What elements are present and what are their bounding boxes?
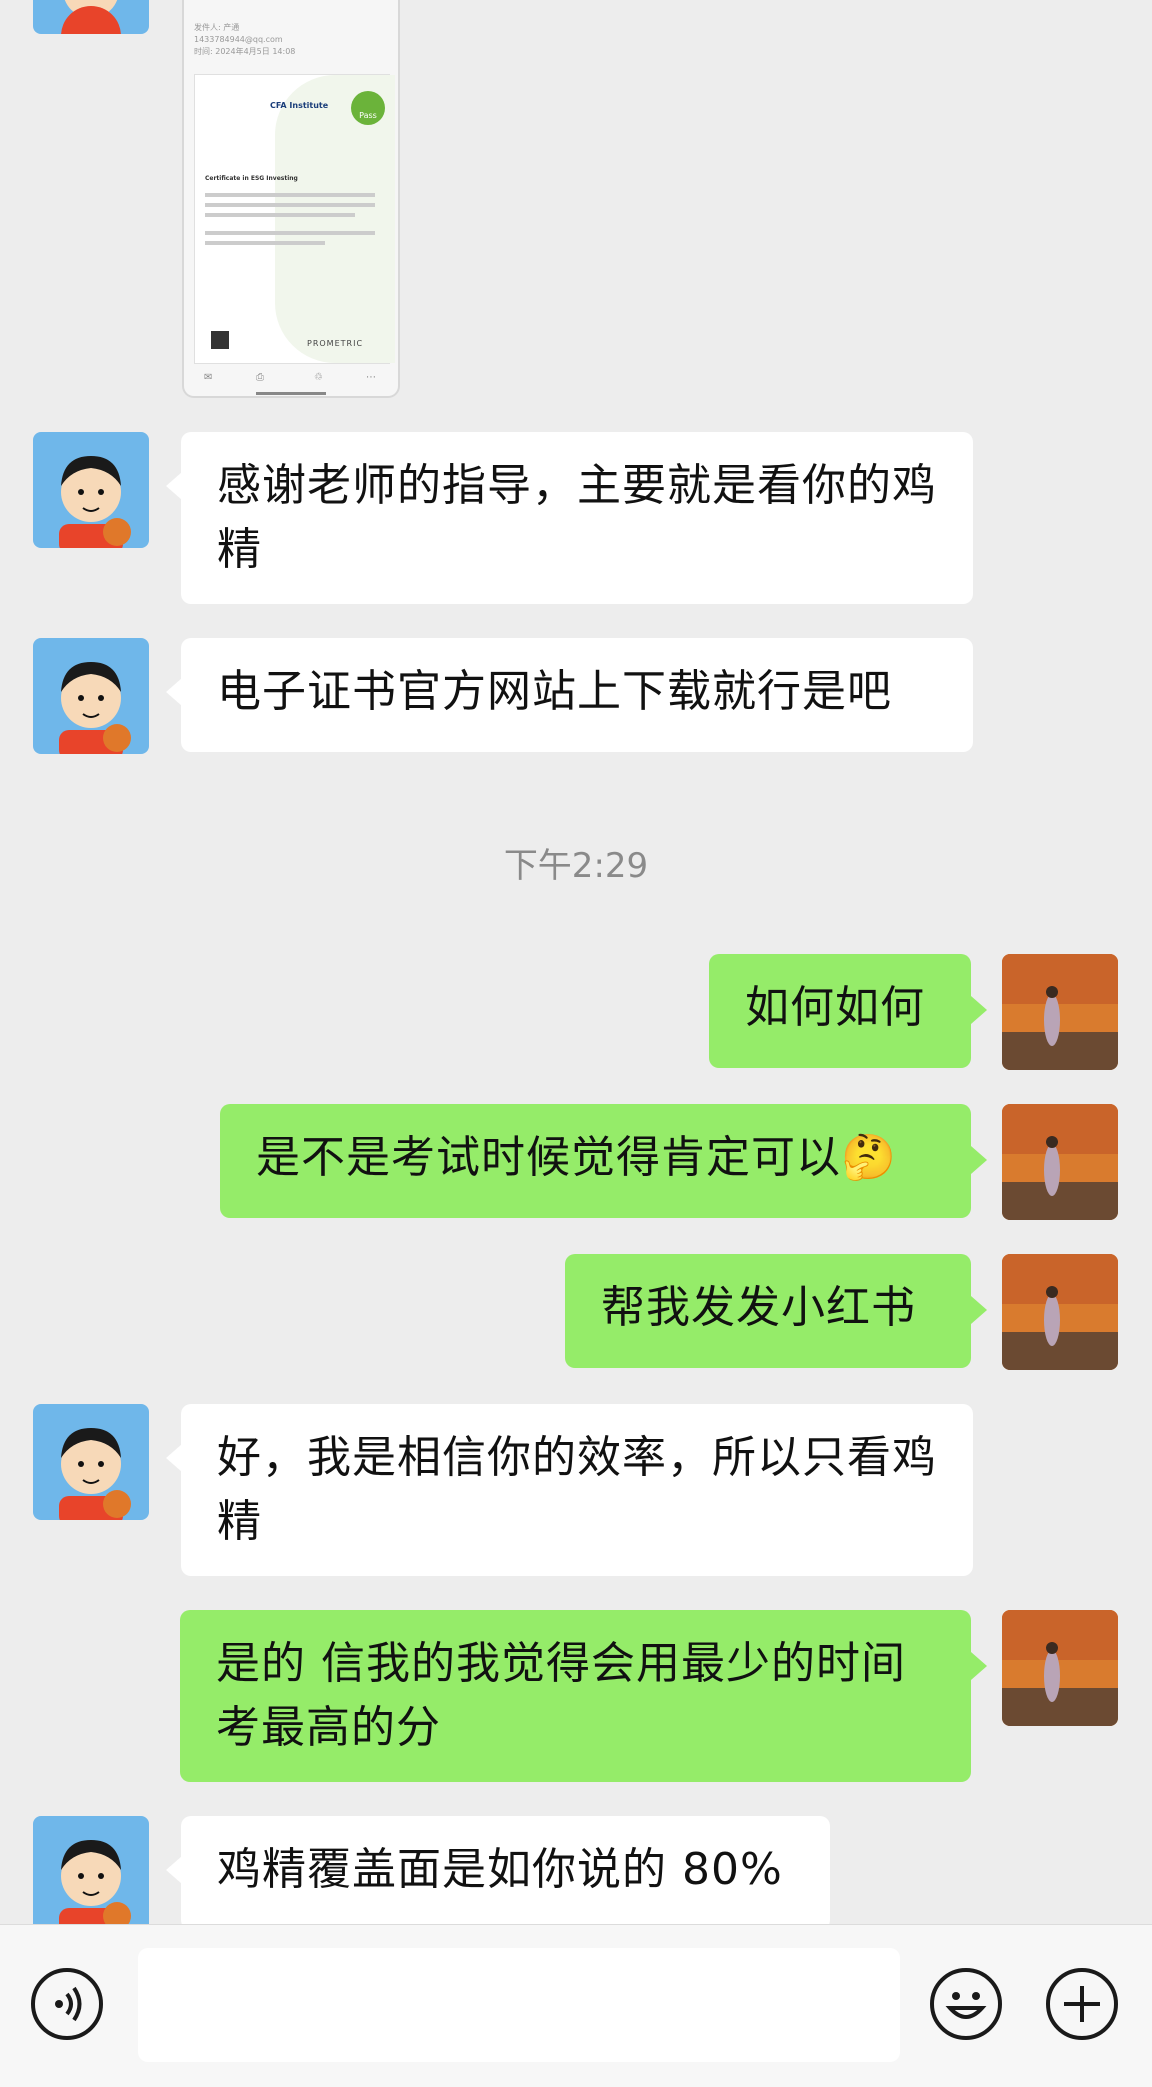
message-text: 好，我是相信你的效率，所以只看鸡精 [217,1432,937,1547]
email-screenshot-image[interactable]: 发件人: 产通 1433784944@qq.com 时间: 2024年4月5日 … [182,0,400,398]
message-text: 是不是考试时候觉得肯定可以🤔 [256,1132,897,1183]
pass-badge: Pass [351,91,385,125]
message-text: 电子证书官方网站上下载就行是吧 [217,666,892,717]
prometric-logo: PROMETRIC [307,339,364,348]
message-bubble[interactable]: 好，我是相信你的效率，所以只看鸡精 [181,1404,973,1576]
emoji-icon[interactable] [930,1968,1002,2040]
my-avatar[interactable] [1002,1254,1118,1370]
message-input[interactable] [138,1948,900,2062]
recipient-line: 1433784944@qq.com [194,35,283,44]
message-text: 是的 信我的我觉得会用最少的时间考最高的分 [216,1638,906,1753]
message-text: 鸡精覆盖面是如你说的 80% [217,1844,783,1895]
message-bubble[interactable]: 是不是考试时候觉得肯定可以🤔 [220,1104,971,1218]
contact-avatar[interactable] [33,1404,149,1520]
message-text: 帮我发发小红书 [601,1282,916,1333]
my-avatar[interactable] [1002,954,1118,1070]
message-bubble[interactable]: 如何如何 [709,954,971,1068]
contact-avatar[interactable] [33,432,149,548]
cert-title: Certificate in ESG Investing [205,175,298,182]
message-bubble[interactable]: 电子证书官方网站上下载就行是吧 [181,638,973,752]
message-bubble[interactable]: 是的 信我的我觉得会用最少的时间考最高的分 [180,1610,971,1782]
contact-avatar[interactable] [33,0,149,34]
qr-code [211,331,229,349]
sender-line: 发件人: 产通 [194,23,240,32]
contact-avatar[interactable] [33,1816,149,1932]
timestamp: 下午2:29 [503,846,649,886]
my-avatar[interactable] [1002,1610,1118,1726]
message-text: 感谢老师的指导，主要就是看你的鸡精 [217,460,937,575]
certificate-page: CFA Institute Pass Certificate in ESG In… [194,74,395,364]
message-text: 如何如何 [745,982,925,1033]
date-line: 时间: 2024年4月5日 14:08 [194,47,296,56]
message-bubble[interactable]: 鸡精覆盖面是如你说的 80% [181,1816,830,1930]
message-bubble[interactable]: 感谢老师的指导，主要就是看你的鸡精 [181,432,973,604]
plus-icon[interactable] [1046,1968,1118,2040]
cfa-logo: CFA Institute [270,101,329,110]
message-bubble[interactable]: 帮我发发小红书 [565,1254,971,1368]
voice-icon[interactable] [31,1968,103,2040]
my-avatar[interactable] [1002,1104,1118,1220]
preview-toolbar: ✉ ⎙ ♲ ⋯ [184,368,398,396]
contact-avatar[interactable] [33,638,149,754]
